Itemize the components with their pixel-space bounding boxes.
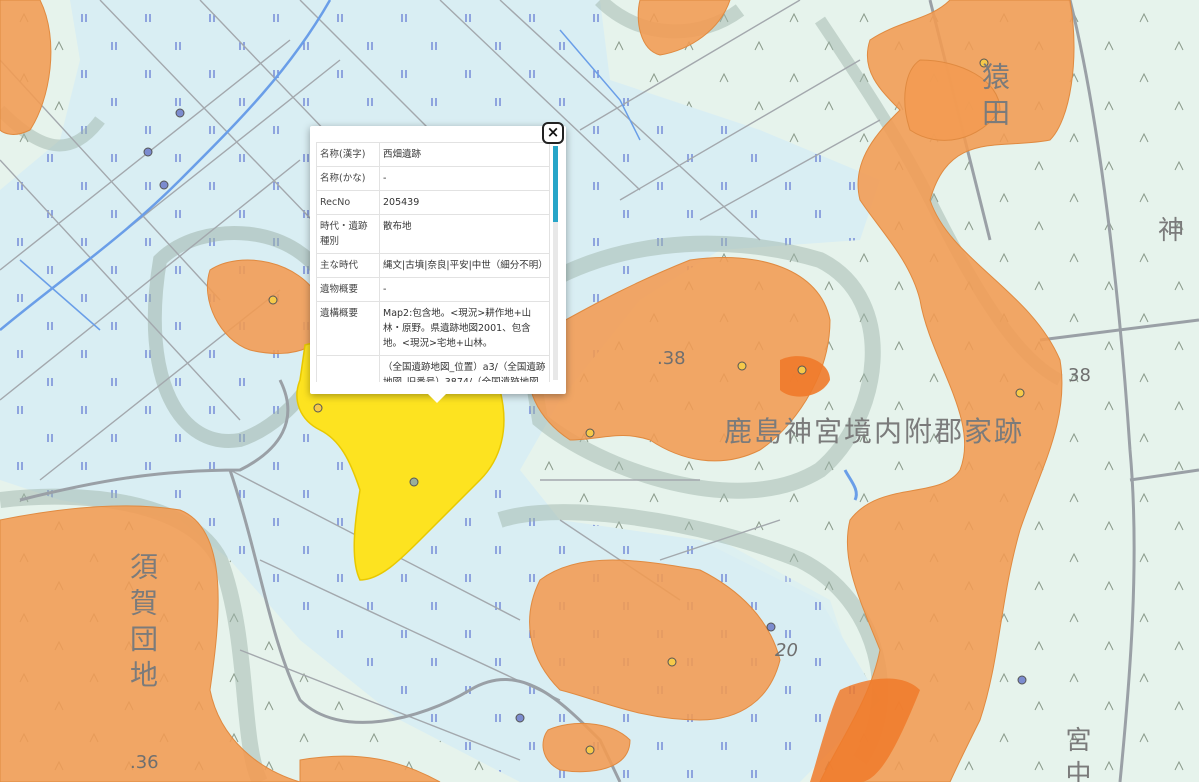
elevation-label: .36 xyxy=(130,752,159,773)
table-row: 主な時代 縄文|古墳|奈良|平安|中世（細分不明） xyxy=(316,253,550,278)
table-row: 時代・遺跡種別 散布地 xyxy=(316,214,550,254)
attr-value: 205439 xyxy=(379,190,550,215)
place-label-suka-danchi: 須賀団地 xyxy=(126,552,159,696)
site-attribute-table: 名称(漢字) 西畑遺跡 名称(かな) - RecNo 205439 時代・遺跡種… xyxy=(316,142,550,382)
place-label-sarutada: 猿田 xyxy=(978,62,1011,134)
table-row: 遺構概要 Map2:包含地。<現況>耕作地+山林・原野。県遺跡地図2001、包含… xyxy=(316,301,550,356)
attr-key: 時代・遺跡種別 xyxy=(316,214,380,254)
popup-close-button[interactable]: × xyxy=(542,122,564,144)
attr-key: 遺構概要 xyxy=(316,301,380,356)
table-row: 名称(かな) - xyxy=(316,166,550,191)
attr-value: Map2:包含地。<現況>耕作地+山林・原野。県遺跡地図2001、包含地。<現況… xyxy=(379,301,550,356)
place-label-miya: 宮中 xyxy=(1061,726,1091,782)
elevation-label: .38 xyxy=(657,348,686,369)
elevation-label: 20 xyxy=(775,640,798,661)
table-row: 遺物概要 - xyxy=(316,277,550,302)
table-row: （全国遺跡地図_位置）a3/（全国遺跡地図_旧番号）3874/（全国遺跡地図_県… xyxy=(316,355,550,382)
attr-value: - xyxy=(379,166,550,191)
site-info-popup: 名称(漢字) 西畑遺跡 名称(かな) - RecNo 205439 時代・遺跡種… xyxy=(310,126,566,403)
table-row: 名称(漢字) 西畑遺跡 xyxy=(316,142,550,167)
attr-key: 遺物概要 xyxy=(316,277,380,302)
attr-key: RecNo xyxy=(316,190,380,215)
attr-value: 縄文|古墳|奈良|平安|中世（細分不明） xyxy=(379,253,550,278)
popup-content[interactable]: 名称(漢字) 西畑遺跡 名称(かな) - RecNo 205439 時代・遺跡種… xyxy=(316,142,556,382)
attr-value: 散布地 xyxy=(379,214,550,254)
table-row: RecNo 205439 xyxy=(316,190,550,215)
popup-scroll-thumb[interactable] xyxy=(553,146,558,222)
map-canvas[interactable]: 猿田 鹿島神宮境内附郡家跡 須賀団地 神 宮中 .38 38 20 .36 名称… xyxy=(0,0,1199,782)
attr-key xyxy=(316,355,380,382)
place-label-kami: 神 xyxy=(1158,216,1185,246)
attr-value: 西畑遺跡 xyxy=(379,142,550,167)
place-label-kashima: 鹿島神宮境内附郡家跡 xyxy=(724,415,1025,448)
attr-value: - xyxy=(379,277,550,302)
elevation-label: 38 xyxy=(1068,365,1091,386)
attr-key: 名称(漢字) xyxy=(316,142,380,167)
attr-key: 名称(かな) xyxy=(316,166,380,191)
map-layer xyxy=(0,0,1199,782)
popup-pointer xyxy=(428,394,446,403)
close-icon: × xyxy=(546,123,560,141)
popup-scrollbar[interactable] xyxy=(553,146,558,380)
attr-key: 主な時代 xyxy=(316,253,380,278)
attr-value: （全国遺跡地図_位置）a3/（全国遺跡地図_旧番号）3874/（全国遺跡地図_県… xyxy=(379,355,550,382)
